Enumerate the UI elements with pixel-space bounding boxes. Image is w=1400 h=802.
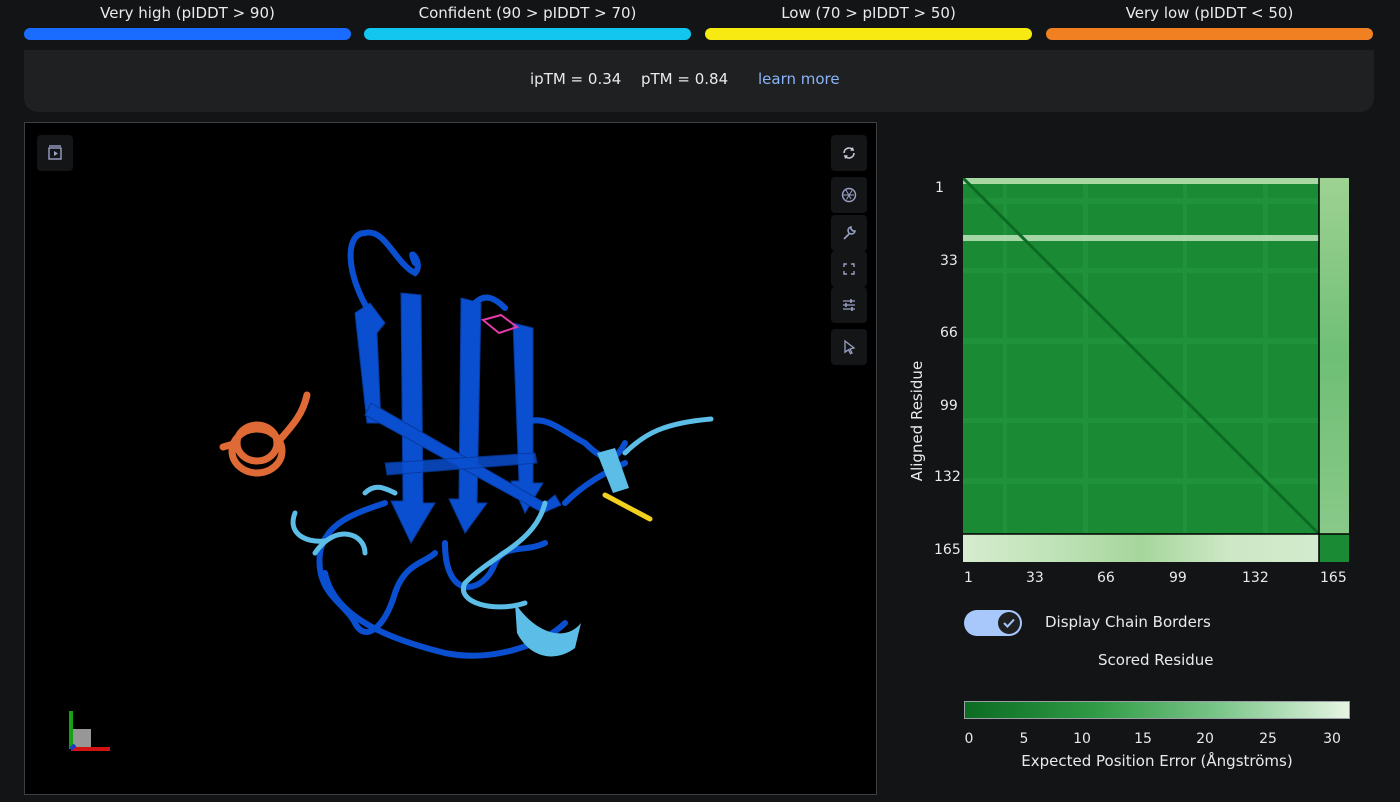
heatmap-chain-b-block xyxy=(1319,534,1349,562)
ptm-value: pTM = 0.84 xyxy=(641,70,729,88)
legend-confident-bar xyxy=(364,28,691,40)
y-tick: 99 xyxy=(940,398,958,414)
colorbar-tick: 25 xyxy=(1259,731,1277,747)
iptm-value: ipTM = 0.34 xyxy=(530,70,622,88)
y-axis-title: Aligned Residue xyxy=(908,360,926,482)
chain-borders-label: Display Chain Borders xyxy=(1045,613,1211,631)
legend-very-low-bar xyxy=(1046,28,1373,40)
colorbar-tick: 20 xyxy=(1196,731,1214,747)
heatmap-light-band xyxy=(963,235,1319,241)
very-low-helix xyxy=(219,391,311,477)
pae-heatmap[interactable] xyxy=(963,178,1349,562)
legend-low: Low (70 > pIDDT > 50) xyxy=(705,0,1032,40)
pae-panel: Aligned Residue 1 33 66 99 132 165 1 33 … xyxy=(895,150,1375,790)
colorbar-tick: 15 xyxy=(1134,731,1152,747)
legend-very-high-label: Very high (pIDDT > 90) xyxy=(100,4,275,22)
plddt-legend: Very high (pIDDT > 90) Confident (90 > p… xyxy=(24,0,1374,44)
toggle-knob xyxy=(998,612,1020,634)
structure-viewer[interactable] xyxy=(24,122,877,795)
x-tick: 165 xyxy=(1320,570,1347,586)
legend-confident: Confident (90 > pIDDT > 70) xyxy=(364,0,691,40)
metrics-panel: ipTM = 0.34 pTM = 0.84 learn more xyxy=(24,50,1374,112)
y-tick: 66 xyxy=(940,325,958,341)
legend-very-high: Very high (pIDDT > 90) xyxy=(24,0,351,40)
y-tick: 132 xyxy=(934,469,961,485)
learn-more-link[interactable]: learn more xyxy=(758,70,840,88)
legend-very-low-label: Very low (pIDDT < 50) xyxy=(1125,4,1294,22)
heatmap-chain-b-row xyxy=(963,534,1319,562)
colorbar-title: Expected Position Error (Ångströms) xyxy=(1021,752,1293,770)
y-tick: 165 xyxy=(934,542,961,558)
x-axis-title: Scored Residue xyxy=(1098,651,1214,669)
axes-gizmo xyxy=(69,711,110,751)
colorbar-tick: 30 xyxy=(1323,731,1341,747)
ligand xyxy=(480,313,520,335)
y-tick: 33 xyxy=(940,253,958,269)
legend-low-label: Low (70 > pIDDT > 50) xyxy=(781,4,956,22)
check-icon xyxy=(1003,618,1015,628)
heatmap-top-band xyxy=(963,178,1319,184)
heatmap-chain-b-col xyxy=(1319,178,1349,534)
low-plddt-segment xyxy=(602,492,653,522)
x-tick: 99 xyxy=(1169,570,1187,586)
x-tick: 132 xyxy=(1242,570,1269,586)
legend-very-low: Very low (pIDDT < 50) xyxy=(1046,0,1373,40)
legend-low-bar xyxy=(705,28,1032,40)
y-tick: 1 xyxy=(935,180,944,196)
x-tick: 33 xyxy=(1026,570,1044,586)
chain-borders-toggle[interactable] xyxy=(964,610,1022,636)
protein-structure xyxy=(69,229,714,751)
x-tick: 1 xyxy=(964,570,973,586)
colorbar-tick: 10 xyxy=(1073,731,1091,747)
legend-confident-label: Confident (90 > pIDDT > 70) xyxy=(418,4,637,22)
x-tick: 66 xyxy=(1097,570,1115,586)
colorbar-tick: 5 xyxy=(1019,731,1029,747)
pae-colorbar xyxy=(964,701,1350,719)
colorbar-tick: 0 xyxy=(964,731,974,747)
legend-very-high-bar xyxy=(24,28,351,40)
